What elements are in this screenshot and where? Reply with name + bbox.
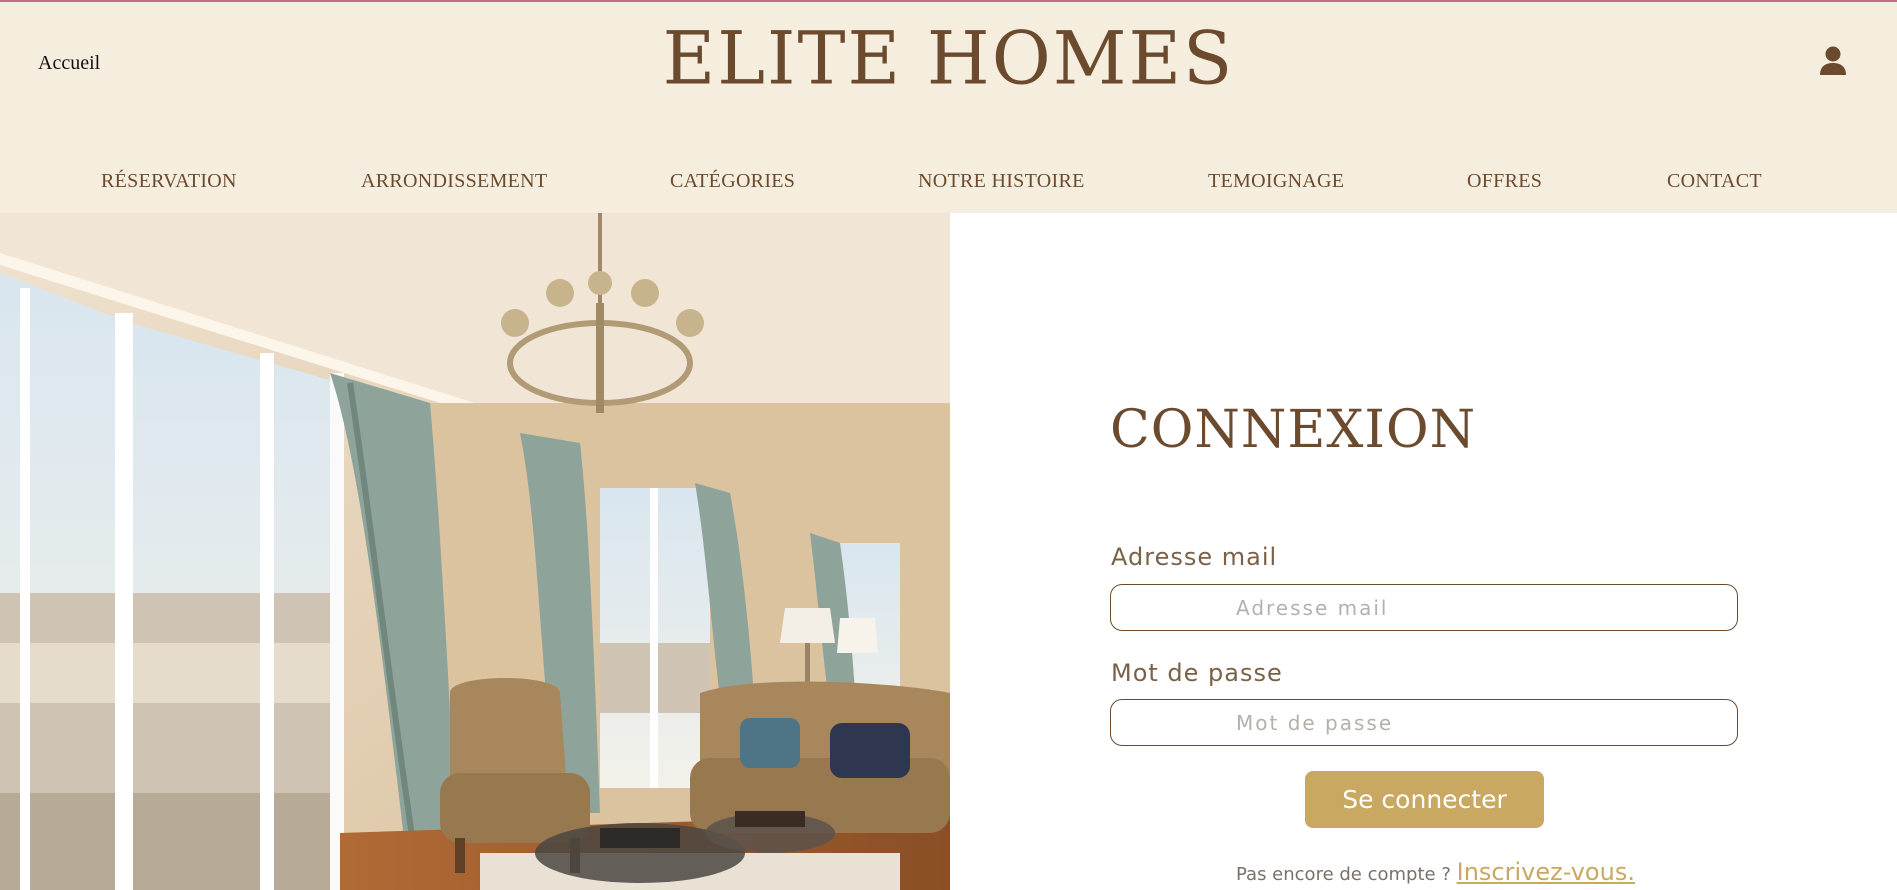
- password-field[interactable]: [1110, 699, 1738, 746]
- nav-item-contact[interactable]: CONTACT: [1667, 170, 1762, 193]
- email-field[interactable]: [1110, 584, 1738, 631]
- login-button[interactable]: Se connecter: [1305, 771, 1544, 828]
- signup-prompt-text: Pas encore de compte ?: [1236, 864, 1451, 885]
- living-room-illustration: [0, 213, 950, 890]
- email-label: Adresse mail: [1111, 543, 1278, 571]
- signup-prompt: Pas encore de compte ? Inscrivez-vous.: [1236, 858, 1635, 886]
- signup-link[interactable]: Inscrivez-vous.: [1457, 858, 1635, 886]
- nav-item-arrondissement[interactable]: ARRONDISSEMENT: [361, 170, 547, 193]
- main-nav: RÉSERVATION ARRONDISSEMENT CATÉGORIES NO…: [0, 170, 1897, 204]
- nav-item-offres[interactable]: OFFRES: [1467, 170, 1542, 193]
- site-logo[interactable]: ELITE HOMES: [0, 15, 1897, 101]
- page-title: CONNEXION: [1110, 400, 1477, 460]
- user-icon-graphic: [1820, 46, 1846, 75]
- nav-item-reservation[interactable]: RÉSERVATION: [101, 170, 237, 193]
- site-header: Accueil ELITE HOMES RÉSERVATION ARRONDIS…: [0, 2, 1897, 213]
- password-label: Mot de passe: [1111, 659, 1283, 687]
- living-room-photo: [0, 213, 950, 890]
- user-icon[interactable]: [1818, 44, 1848, 78]
- nav-item-notre-histoire[interactable]: NOTRE HISTOIRE: [918, 170, 1085, 193]
- nav-item-temoignage[interactable]: TEMOIGNAGE: [1208, 170, 1344, 193]
- nav-item-categories[interactable]: CATÉGORIES: [670, 170, 795, 193]
